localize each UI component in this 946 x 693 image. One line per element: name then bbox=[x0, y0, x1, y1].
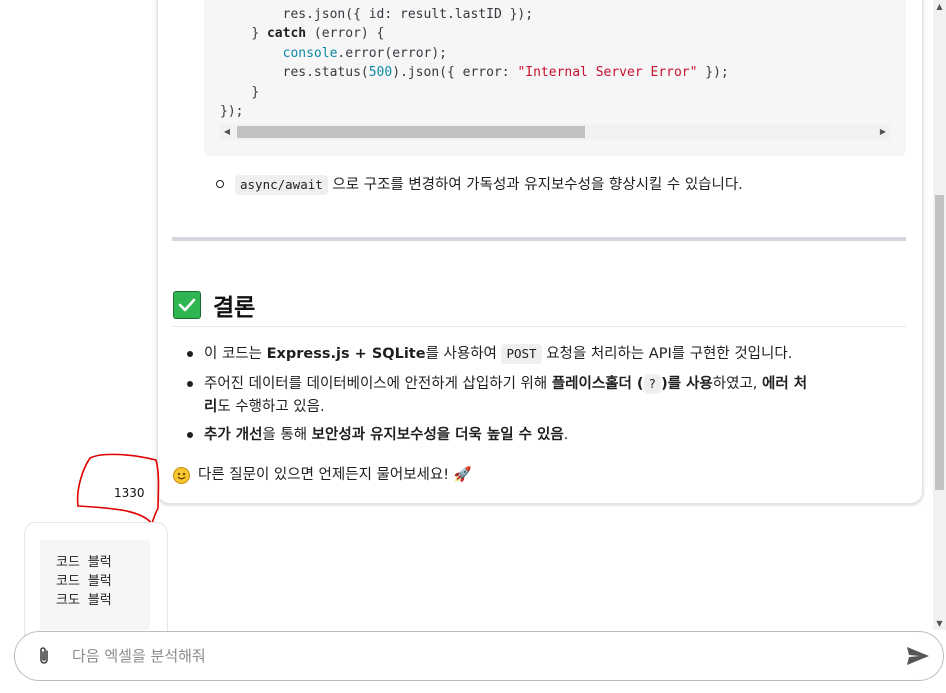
scrollbar-thumb[interactable] bbox=[935, 195, 944, 490]
annotation-number: 1330 bbox=[114, 486, 145, 500]
code-horizontal-scrollbar[interactable]: ◀ ▶ bbox=[220, 124, 890, 140]
paperclip-icon[interactable] bbox=[36, 645, 52, 667]
code-token: }); bbox=[697, 65, 729, 80]
code-line-5: } bbox=[220, 83, 259, 102]
scroll-right-arrow-icon[interactable]: ▶ bbox=[876, 124, 890, 140]
code-token: } bbox=[251, 26, 267, 41]
scrollbar-thumb[interactable] bbox=[237, 126, 585, 138]
code-line-6: }); bbox=[220, 102, 243, 121]
bullet-dot bbox=[187, 351, 193, 357]
heading-rule bbox=[172, 326, 906, 327]
text: 이 코드는 bbox=[204, 346, 267, 362]
bold-text: )를 사용 bbox=[661, 376, 713, 392]
code-token: ).json({ error: bbox=[392, 65, 518, 80]
text: . bbox=[563, 427, 569, 443]
code-line-2: } catch (error) { bbox=[220, 24, 384, 43]
bullet-dot bbox=[187, 432, 193, 438]
code-token: res.json({ id: result.lastID }); bbox=[282, 7, 534, 22]
scroll-down-arrow-icon[interactable]: ▼ bbox=[933, 619, 946, 628]
user-message-line-2: 코드 블럭 bbox=[56, 574, 112, 589]
conclusion-bullet-2-line-2: 리도 수행하고 있음. bbox=[204, 396, 325, 418]
inline-code: ? bbox=[643, 374, 662, 394]
heading-text: 결론 bbox=[213, 295, 256, 321]
code-token: console bbox=[282, 46, 338, 61]
conclusion-bullet-1: 이 코드는 Express.js + SQLite를 사용하여 POST 요청을… bbox=[204, 343, 792, 365]
smile-emoji-icon bbox=[173, 466, 190, 484]
text: 주어진 데이터를 데이터베이스에 안전하게 삽입하기 위해 bbox=[204, 376, 552, 392]
code-line-3: console.error(error); bbox=[220, 44, 447, 63]
closing-text: 다른 질문이 있으면 언제든지 물어보세요! 🚀 bbox=[198, 467, 472, 483]
code-token: }); bbox=[220, 104, 244, 119]
inline-code: async/await bbox=[235, 175, 328, 195]
hollow-bullet-icon bbox=[216, 180, 226, 190]
vertical-scrollbar[interactable]: ▲ ▼ bbox=[933, 0, 946, 630]
code-token: .error(error); bbox=[337, 46, 447, 61]
text: 도 수행하고 있음. bbox=[217, 399, 325, 415]
scroll-up-arrow-icon[interactable]: ▲ bbox=[933, 2, 946, 11]
user-message-line-3: 크도 블럭 bbox=[56, 593, 112, 608]
code-token: "Internal Server Error" bbox=[517, 65, 698, 80]
async-await-note: async/await 으로 구조를 변경하여 가독성과 유지보수성을 향상시킬… bbox=[235, 174, 743, 196]
code-line-4: res.status(500).json({ error: "Internal … bbox=[220, 63, 729, 82]
closing-line: 다른 질문이 있으면 언제든지 물어보세요! 🚀 bbox=[173, 463, 472, 487]
bold-text: 추가 개선 bbox=[204, 427, 263, 443]
inline-code: POST bbox=[501, 344, 542, 364]
text: 를 사용하여 bbox=[425, 346, 502, 362]
text: 요청을 처리하는 API를 구현한 것입니다. bbox=[541, 346, 793, 362]
code-token: (error) { bbox=[306, 26, 385, 41]
bold-text: 보안성과 유지보수성을 더욱 높일 수 있음 bbox=[311, 427, 564, 443]
code-token: catch bbox=[266, 26, 307, 41]
code-token: 500 bbox=[368, 65, 393, 80]
bold-text: 에러 처 bbox=[762, 376, 808, 392]
send-icon[interactable] bbox=[906, 646, 930, 666]
code-line-1: res.json({ id: result.lastID }); bbox=[220, 5, 533, 24]
code-token: } bbox=[251, 85, 260, 100]
section-divider bbox=[172, 237, 906, 241]
text: 을 통해 bbox=[262, 427, 312, 443]
check-box-icon bbox=[173, 291, 201, 319]
note-text: 으로 구조를 변경하여 가독성과 유지보수성을 향상시킬 수 있습니다. bbox=[327, 177, 743, 193]
bold-text: 플레이스홀더 ( bbox=[551, 376, 644, 392]
bold-text: 리 bbox=[204, 399, 218, 415]
user-message-line-1: 코드 블럭 bbox=[56, 555, 112, 570]
conclusion-bullet-2-line-1: 주어진 데이터를 데이터베이스에 안전하게 삽입하기 위해 플레이스홀더 (?)… bbox=[204, 373, 807, 395]
scroll-left-arrow-icon[interactable]: ◀ bbox=[220, 124, 234, 140]
code-token: res.status( bbox=[282, 65, 369, 80]
text: 하였고, bbox=[712, 376, 763, 392]
conclusion-bullet-3: 추가 개선을 통해 보안성과 유지보수성을 더욱 높일 수 있음. bbox=[204, 424, 568, 446]
message-input[interactable] bbox=[72, 644, 872, 668]
bullet-dot bbox=[187, 381, 193, 387]
bold-text: Express.js + SQLite bbox=[266, 346, 426, 362]
conclusion-heading: 결론 bbox=[173, 288, 255, 322]
